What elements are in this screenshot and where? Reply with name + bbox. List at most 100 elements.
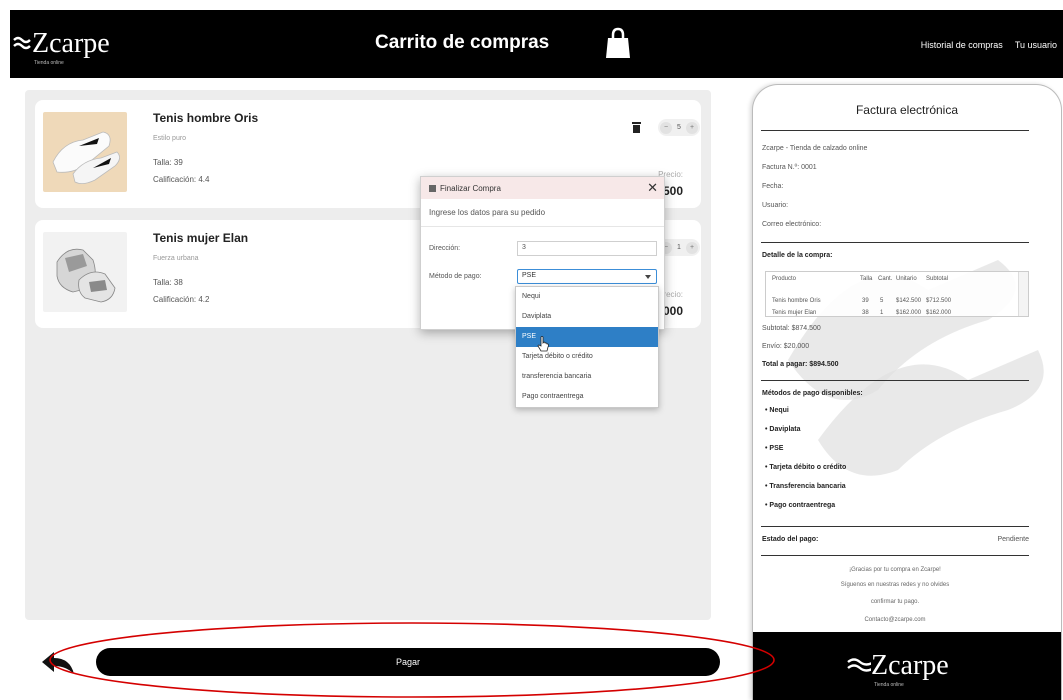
address-label: Dirección: [429,245,461,252]
purchase-history-link[interactable]: Historial de compras [921,40,1003,50]
payment-selected-value: PSE [522,272,537,279]
payment-method-item: • Daviplata [765,426,801,433]
increment-button[interactable]: + [686,241,698,254]
payment-option-daviplata[interactable]: Daviplata [516,307,658,327]
top-nav: Historial de compras Tu usuario [921,40,1057,50]
invoice-total: Total a pagar: $894.500 [762,361,839,368]
invoice-shipping: Envío: $20.000 [762,343,810,350]
dialog-subtitle: Ingrese los datos para su pedido [421,199,664,227]
product-style: Estilo puro [153,135,187,142]
table-cell: Tenis hombre Oris [772,298,821,304]
pay-button[interactable]: Pagar [96,648,720,676]
trash-icon[interactable] [632,122,641,133]
detail-table: Producto Talla Cant. Unitario Subtotal T… [765,271,1029,317]
invoice-panel: Factura electrónica Zcarpe - Tienda de c… [752,84,1062,700]
page-title: Carrito de compras [375,32,550,53]
footer-logo: Zcarpe Tienda online [841,650,949,688]
logo-wave-icon [13,36,31,50]
table-row: Tenis hombre Oris 39 5 $142.500 $712.500 [766,296,1016,308]
payment-method-item: • Nequi [765,407,789,414]
invoice-footer: Zcarpe Tienda online [753,632,1061,700]
footer-brand-name: Zcarpe [871,650,949,681]
invoice-subtotal: Subtotal: $874.500 [762,325,821,332]
payment-status-value: Pendiente [997,536,1029,543]
table-cell: Tenis mujer Elan [772,310,817,316]
divider [761,130,1029,131]
invoice-email: Correo electrónico: [762,221,822,228]
address-input[interactable]: 3 [517,241,657,256]
payment-method-label: Método de pago: [429,273,482,280]
brand-tagline: Tienda online [34,60,64,66]
payment-option-transfer[interactable]: transferencia bancaria [516,367,658,387]
thanks-line: ¡Gracias por tu compra en Zcarpe! [849,567,941,573]
divider [761,526,1029,527]
footer-brand-tagline: Tienda online [874,682,904,688]
table-cell: $162.000 [926,310,952,316]
table-cell: $142.500 [896,298,922,304]
app-icon [429,184,436,192]
table-header: Cant. [878,276,893,282]
table-cell: $162.000 [896,310,922,316]
chevron-down-icon [645,275,651,279]
divider [761,555,1029,556]
invoice-number: Factura N.º: 0001 [762,164,817,171]
payment-status-label: Estado del pago: [762,536,819,543]
product-name: Tenis mujer Elan [153,231,249,245]
payment-method-item: • PSE [765,445,784,452]
table-header: Talla [860,276,873,282]
thanks-line: Síguenos en nuestras redes y no olvides [840,582,950,588]
product-image [43,232,127,312]
contact-email: Contacto@zcarpe.com [864,617,926,623]
thanks-line: confirmar tu pago. [870,599,920,605]
table-cell: 5 [880,298,884,304]
table-scrollbar[interactable] [1018,272,1028,316]
shopping-bag-icon[interactable] [604,26,632,60]
payment-method-item: • Transferencia bancaria [765,483,846,490]
detail-heading: Detalle de la compra: [762,252,833,259]
quantity-value: 1 [677,244,681,251]
dialog-title: Finalizar Compra [440,183,501,193]
logo-wave-watermark [788,260,1044,476]
table-header: Unitario [896,276,917,282]
brand-name: Zcarpe [32,28,110,59]
payment-option-cash-on-delivery[interactable]: Pago contraentrega [516,387,658,407]
user-link[interactable]: Tu usuario [1015,40,1057,50]
payment-option-nequi[interactable]: Nequi [516,287,658,307]
back-arrow-icon[interactable] [40,650,80,676]
invoice-date: Fecha: [762,183,784,190]
table-header-row: Producto Talla Cant. Unitario Subtotal [766,274,1016,286]
logo-wave-icon [847,658,871,672]
increment-button[interactable]: + [686,121,698,134]
brand-logo[interactable]: Zcarpe Tienda online [12,28,110,66]
payment-method-item: • Pago contraentrega [765,502,836,509]
payment-method-select[interactable]: PSE [517,269,657,284]
divider [761,242,1029,243]
table-header: Producto [772,276,797,282]
table-cell: 39 [862,298,869,304]
quantity-value: 5 [677,124,681,131]
quantity-stepper: − 5 + [658,119,700,136]
product-image [43,112,127,192]
table-row: Tenis mujer Elan 38 1 $162.000 $162.000 [766,308,1016,316]
invoice-store: Zcarpe - Tienda de calzado online [762,145,868,152]
invoice-user: Usuario: [762,202,789,209]
table-cell: 1 [880,310,884,316]
divider [761,380,1029,381]
product-style: Fuerza urbana [153,255,199,262]
product-rating: Calificación: 4.2 [153,295,210,304]
decrement-button[interactable]: − [660,121,672,134]
product-size: Talla: 39 [153,158,183,167]
payment-method-item: • Tarjeta débito o crédito [765,464,847,471]
table-header: Subtotal [926,276,949,282]
product-rating: Calificación: 4.4 [153,175,210,184]
product-name: Tenis hombre Oris [153,111,259,125]
dialog-title-bar: Finalizar Compra ✕ [421,177,664,199]
hand-cursor-icon [537,336,549,352]
product-size: Talla: 38 [153,278,183,287]
invoice-title: Factura electrónica [855,103,959,117]
payment-methods-heading: Métodos de pago disponibles: [762,390,863,397]
table-cell: $712.500 [926,298,952,304]
top-bar: Zcarpe Tienda online Carrito de compras … [10,10,1063,78]
table-cell: 38 [862,310,869,316]
close-icon[interactable]: ✕ [647,180,658,196]
